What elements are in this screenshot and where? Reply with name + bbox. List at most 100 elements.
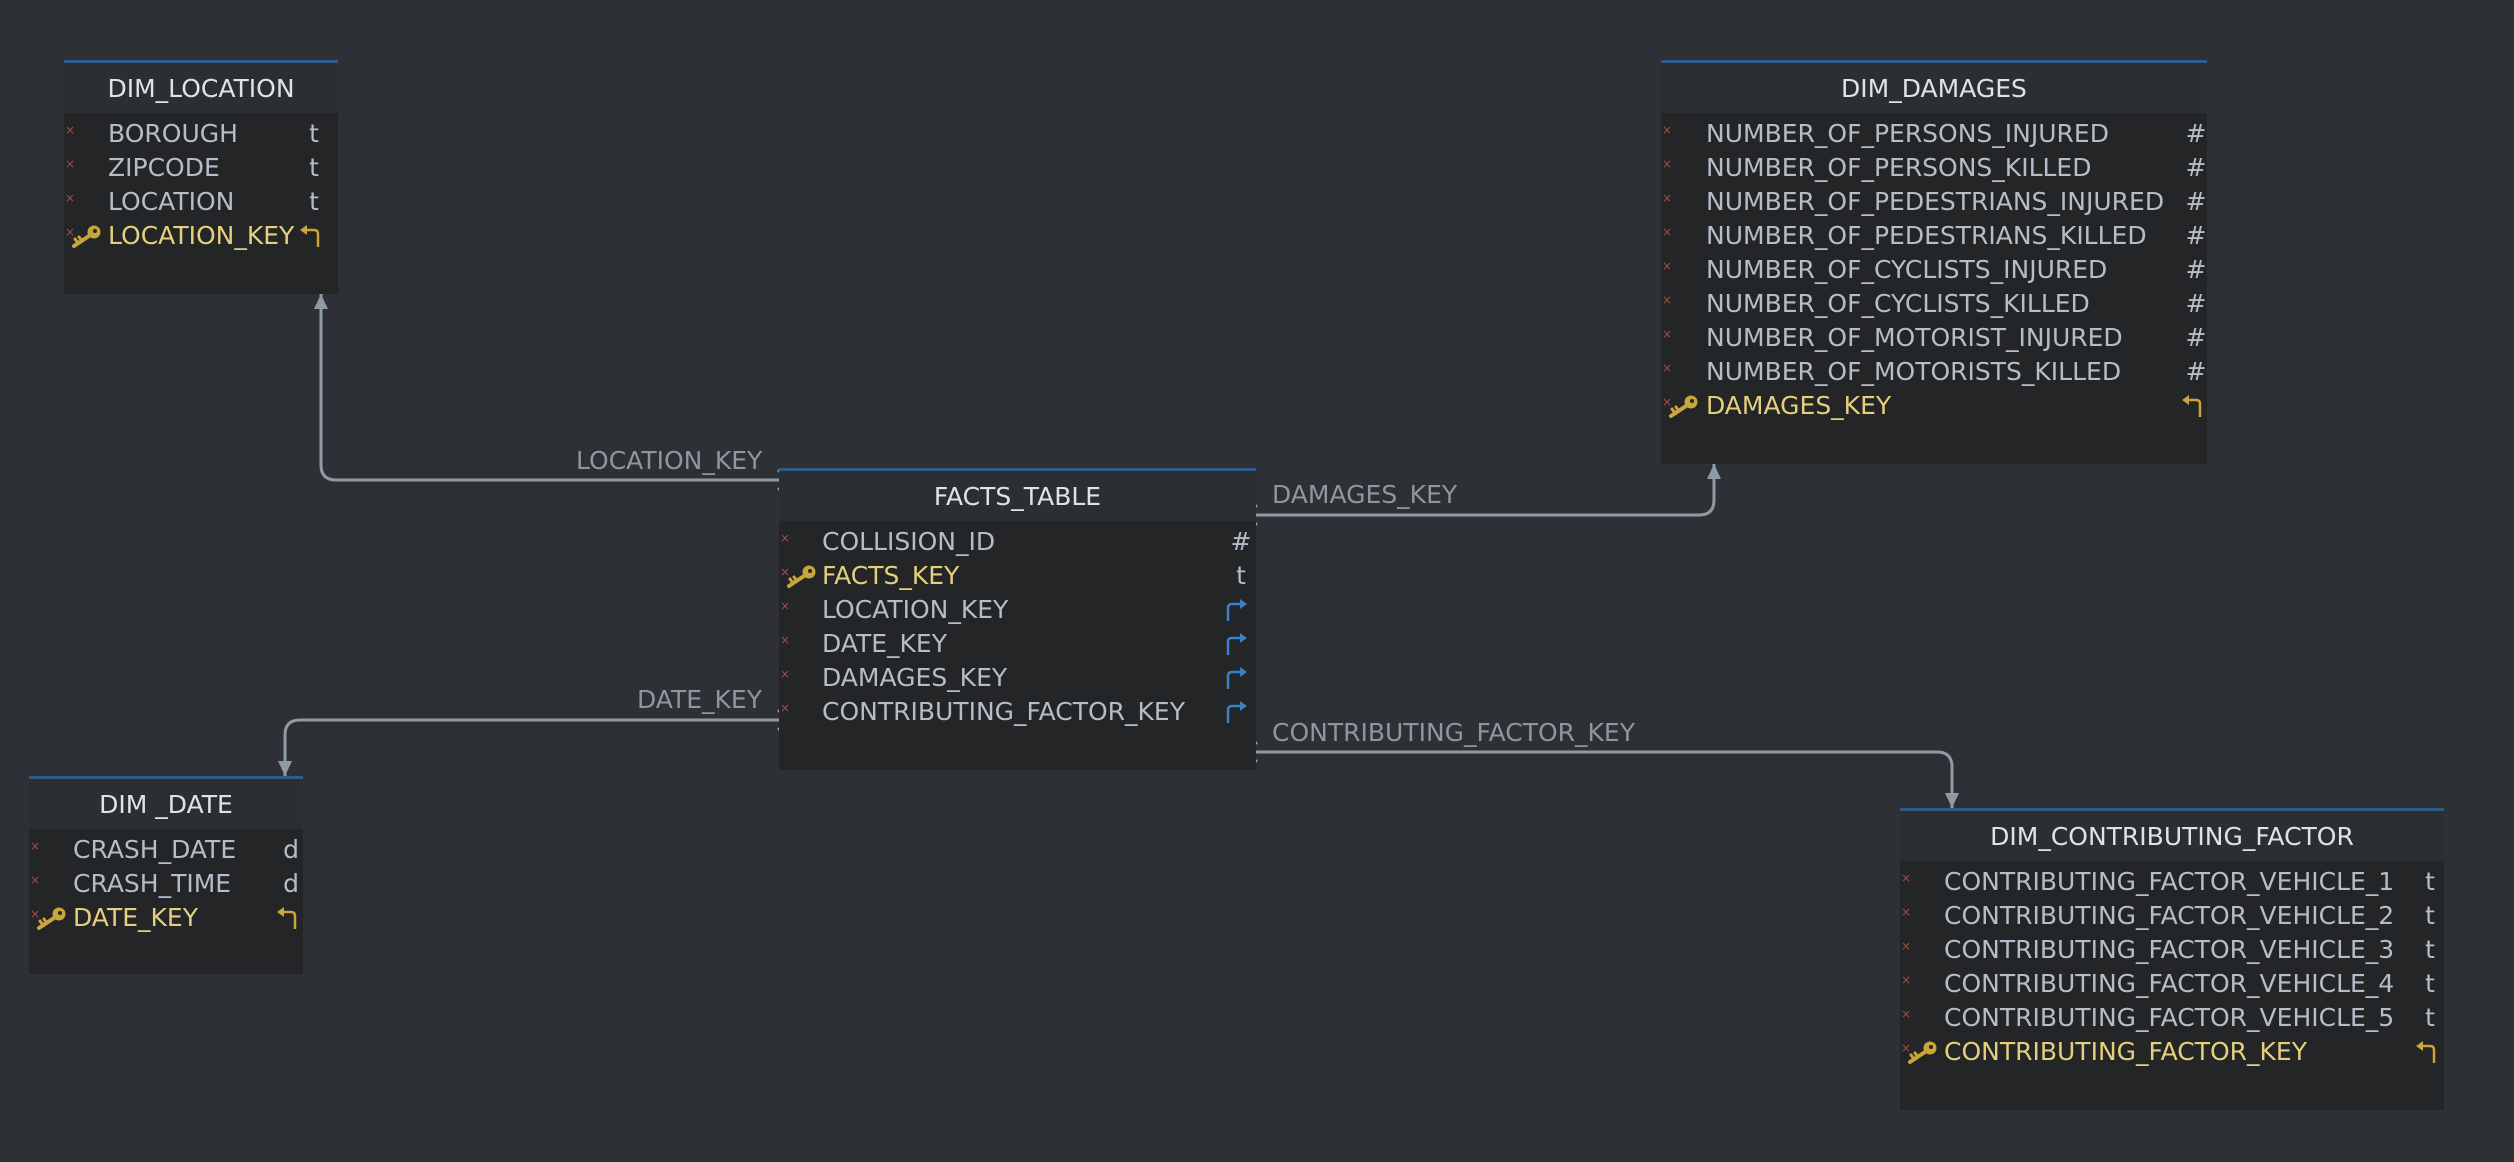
not-null-marker: ×	[1661, 355, 1701, 389]
not-null-marker: ×	[1661, 321, 1701, 355]
primary-key-return-icon	[300, 225, 320, 247]
not-null-icon: ×	[780, 667, 791, 681]
not-null-icon: ×	[1662, 395, 1673, 409]
column-row[interactable]: × CONTRIBUTING_FACTOR_VEHICLE_4 t	[1900, 967, 2444, 1001]
column-row[interactable]: × NUMBER_OF_MOTORISTS_KILLED #	[1661, 355, 2207, 389]
not-null-marker: ×	[1900, 933, 1940, 967]
column-row[interactable]: × LOCATION_KEY	[779, 593, 1256, 627]
column-row[interactable]: × LOCATION_KEY	[64, 219, 338, 253]
column-type: #	[2185, 221, 2207, 250]
column-row[interactable]: × LOCATION t	[64, 185, 338, 219]
column-row[interactable]: × BOROUGH t	[64, 117, 338, 151]
column-row[interactable]: × DATE_KEY	[779, 627, 1256, 661]
column-row[interactable]: × DAMAGES_KEY	[1661, 389, 2207, 423]
column-row[interactable]: × NUMBER_OF_PEDESTRIANS_KILLED #	[1661, 219, 2207, 253]
column-row[interactable]: × DATE_KEY	[29, 901, 303, 935]
column-row[interactable]: × CONTRIBUTING_FACTOR_KEY	[1900, 1035, 2444, 1069]
not-null-icon: ×	[780, 599, 791, 613]
not-null-marker: ×	[1661, 117, 1701, 151]
column-row[interactable]: × CRASH_TIME d	[29, 867, 303, 901]
column-type: #	[1230, 527, 1252, 556]
key-marker: ×	[1900, 1035, 1940, 1069]
table-title: DIM_LOCATION	[64, 63, 338, 113]
column-type: t	[2425, 935, 2435, 964]
column-name: NUMBER_OF_PERSONS_INJURED	[1706, 119, 2109, 148]
column-row[interactable]: × CRASH_DATE d	[29, 833, 303, 867]
not-null-marker: ×	[779, 695, 819, 729]
not-null-icon: ×	[1901, 1041, 1912, 1055]
table-facts-table[interactable]: FACTS_TABLE × COLLISION_ID # × FACTS_KEY t × LOC…	[779, 468, 1256, 770]
not-null-icon: ×	[30, 839, 41, 853]
column-list: × CRASH_DATE d × CRASH_TIME d × DATE_KEY	[29, 829, 303, 935]
column-row[interactable]: × FACTS_KEY t	[779, 559, 1256, 593]
column-name: LOCATION_KEY	[108, 221, 295, 250]
primary-key-return-icon	[277, 907, 297, 929]
not-null-marker: ×	[779, 525, 819, 559]
column-row[interactable]: × NUMBER_OF_PERSONS_INJURED #	[1661, 117, 2207, 151]
not-null-marker: ×	[1900, 865, 1940, 899]
not-null-marker: ×	[1900, 899, 1940, 933]
relationship-arrowhead	[278, 761, 292, 776]
column-row[interactable]: × DAMAGES_KEY	[779, 661, 1256, 695]
not-null-icon: ×	[1901, 905, 1912, 919]
column-row[interactable]: × NUMBER_OF_CYCLISTS_KILLED #	[1661, 287, 2207, 321]
column-name: CONTRIBUTING_FACTOR_VEHICLE_1	[1944, 867, 2395, 896]
not-null-icon: ×	[1662, 157, 1673, 171]
not-null-icon: ×	[30, 873, 41, 887]
relationship-line[interactable]	[1256, 750, 1954, 808]
not-null-icon: ×	[1662, 123, 1673, 137]
column-name: DATE_KEY	[73, 903, 198, 932]
column-row[interactable]: × CONTRIBUTING_FACTOR_VEHICLE_1 t	[1900, 865, 2444, 899]
relationship-contributing-factor-key[interactable]	[1240, 741, 1959, 808]
table-title: FACTS_TABLE	[779, 471, 1256, 521]
not-null-icon: ×	[1662, 259, 1673, 273]
column-row[interactable]: × CONTRIBUTING_FACTOR_VEHICLE_2 t	[1900, 899, 2444, 933]
column-row[interactable]: × CONTRIBUTING_FACTOR_VEHICLE_5 t	[1900, 1001, 2444, 1035]
not-null-marker: ×	[1900, 1001, 1940, 1035]
foreign-key-icon	[1226, 599, 1247, 621]
not-null-icon: ×	[1901, 871, 1912, 885]
column-type: #	[2185, 289, 2207, 318]
column-row[interactable]: × ZIPCODE t	[64, 151, 338, 185]
diagram-canvas: DIM_LOCATION × BOROUGH t × ZIPCODE t × LOCATION t…	[0, 0, 2514, 1162]
column-type: t	[2425, 901, 2435, 930]
column-name: CONTRIBUTING_FACTOR_KEY	[822, 697, 1186, 726]
not-null-marker: ×	[1661, 151, 1701, 185]
column-list: × CONTRIBUTING_FACTOR_VEHICLE_1 t × CONTRIBU…	[1900, 861, 2444, 1069]
column-row[interactable]: × NUMBER_OF_MOTORIST_INJURED #	[1661, 321, 2207, 355]
column-row[interactable]: × COLLISION_ID #	[779, 525, 1256, 559]
table-dim-damages[interactable]: DIM_DAMAGES × NUMBER_OF_PERSONS_INJURED # × N…	[1661, 60, 2207, 464]
not-null-marker: ×	[1661, 219, 1701, 253]
column-type: t	[2425, 969, 2435, 998]
key-marker: ×	[1661, 389, 1701, 423]
not-null-marker: ×	[1661, 253, 1701, 287]
not-null-marker: ×	[1900, 967, 1940, 1001]
column-row[interactable]: × CONTRIBUTING_FACTOR_VEHICLE_3 t	[1900, 933, 2444, 967]
not-null-marker: ×	[64, 185, 104, 219]
relationship-date-key[interactable]	[278, 709, 795, 776]
table-title: DIM_DAMAGES	[1661, 63, 2207, 113]
table-dim-date[interactable]: DIM _DATE × CRASH_DATE d × CRASH_TIME d × DATE_K…	[29, 776, 303, 974]
column-type: t	[2425, 867, 2435, 896]
relationship-arrowhead	[314, 294, 328, 309]
column-row[interactable]: × NUMBER_OF_PERSONS_KILLED #	[1661, 151, 2207, 185]
relationship-arrowhead	[1707, 464, 1721, 479]
not-null-icon: ×	[65, 123, 76, 137]
column-name: ZIPCODE	[108, 153, 220, 182]
column-name: NUMBER_OF_MOTORISTS_KILLED	[1706, 357, 2122, 386]
not-null-marker: ×	[29, 867, 69, 901]
relationship-line[interactable]	[283, 718, 779, 776]
not-null-icon: ×	[1662, 293, 1673, 307]
column-row[interactable]: × CONTRIBUTING_FACTOR_KEY	[779, 695, 1256, 729]
column-name: CONTRIBUTING_FACTOR_VEHICLE_4	[1944, 969, 2395, 998]
table-dim-contributing-factor[interactable]: DIM_CONTRIBUTING_FACTOR × CONTRIBUTING_FAC…	[1900, 808, 2444, 1110]
column-type: d	[283, 869, 299, 898]
column-row[interactable]: × NUMBER_OF_CYCLISTS_INJURED #	[1661, 253, 2207, 287]
column-list: × NUMBER_OF_PERSONS_INJURED # × NUMBER_OF_PE…	[1661, 113, 2207, 423]
column-name: CONTRIBUTING_FACTOR_VEHICLE_2	[1944, 901, 2395, 930]
column-row[interactable]: × NUMBER_OF_PEDESTRIANS_INJURED #	[1661, 185, 2207, 219]
not-null-icon: ×	[1662, 327, 1673, 341]
not-null-icon: ×	[1662, 361, 1673, 375]
column-name: FACTS_KEY	[822, 561, 960, 590]
table-dim-location[interactable]: DIM_LOCATION × BOROUGH t × ZIPCODE t × LOCATION t…	[64, 60, 338, 294]
